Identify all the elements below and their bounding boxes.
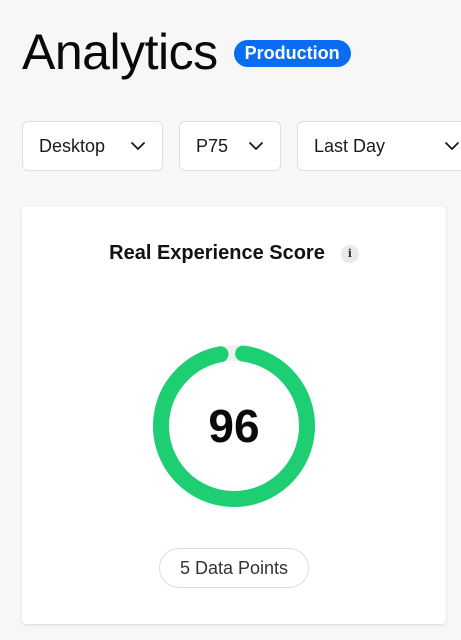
score-value: 96 [208, 400, 260, 452]
card-title: Real Experience Score [109, 242, 325, 264]
card-header: Real Experience Score i [22, 242, 446, 265]
score-gauge: 96 [149, 341, 319, 511]
chevron-down-icon [445, 142, 459, 150]
real-experience-score-card: Real Experience Score i 96 5 Data Points [22, 206, 446, 624]
chevron-down-icon [131, 142, 145, 150]
device-select[interactable]: Desktop [22, 121, 163, 171]
time-range-select[interactable]: Last Day [297, 121, 461, 171]
environment-badge[interactable]: Production [233, 39, 351, 67]
chevron-down-icon [249, 142, 263, 150]
filter-bar: Desktop P75 Last Day [22, 121, 461, 171]
percentile-select-value: P75 [196, 135, 229, 156]
device-select-value: Desktop [39, 135, 106, 156]
time-range-select-value: Last Day [314, 135, 386, 156]
data-points-badge[interactable]: 5 Data Points [159, 548, 309, 588]
page-title: Analytics [22, 24, 218, 80]
page-header: Analytics Production [22, 22, 351, 82]
info-icon[interactable]: i [340, 244, 359, 263]
percentile-select[interactable]: P75 [179, 121, 281, 171]
